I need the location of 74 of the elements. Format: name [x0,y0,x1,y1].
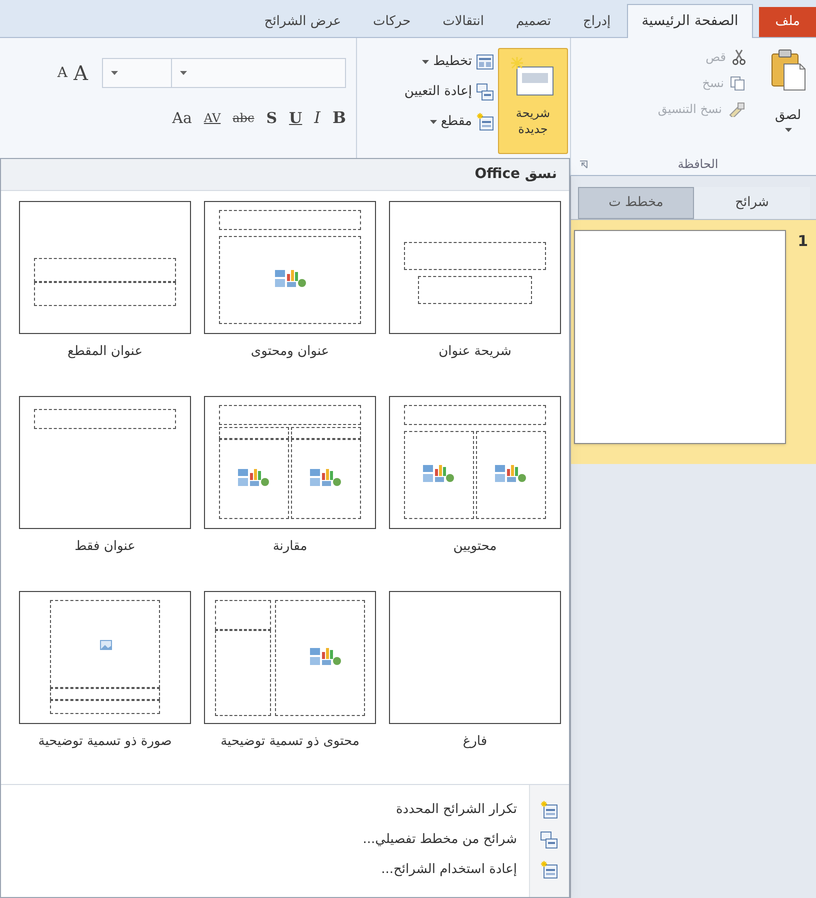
layout-label: فارغ [462,733,488,751]
bold-button[interactable]: B [332,106,346,130]
layout-label: عنوان المقطع [66,343,144,361]
caret-icon [111,71,118,75]
layout-label: صورة ذو تسمية توضيحية [37,733,173,751]
reset-button[interactable]: إعادة التعيين [404,80,494,104]
layout-label: شريحة عنوان [438,343,512,361]
paintbrush-icon [728,101,746,117]
ribbon-tab[interactable]: ملف [759,7,816,37]
image-icon [100,640,112,650]
layout-thumbnail[interactable] [19,591,191,724]
font-name-field[interactable] [171,58,346,88]
grow-font-button[interactable]: A [74,58,88,88]
case-button[interactable]: Aa [172,106,192,130]
panel-tab[interactable]: مخطط ت [578,187,694,219]
layout-label: مقارنة [272,538,308,556]
reset-icon [476,83,494,101]
duplicate-icon [540,801,558,819]
section-icon [476,113,494,131]
ribbon-tab[interactable]: إدراج [566,7,627,37]
panel-tab[interactable]: شرائح [694,187,810,219]
menu-item[interactable]: شرائح من مخطط تفصيلي... [1,825,569,855]
layout-label: عنوان فقط [74,538,136,556]
strike-button[interactable]: abc [232,109,254,127]
shadow-button[interactable]: S [266,106,278,130]
content-icon [422,463,456,483]
layout-thumbnail[interactable] [204,396,376,529]
ribbon-tab[interactable]: انتقالات [426,7,500,37]
slide-row[interactable]: 1 [571,220,816,464]
layout-thumbnail[interactable] [19,201,191,334]
caret-icon [784,128,792,132]
layout-button[interactable]: تخطيط [404,50,494,74]
layout-thumbnail[interactable] [204,591,376,724]
copy-icon [730,76,746,90]
caret-icon [422,60,430,64]
new-slide-button[interactable]: شريحة جديدة [498,48,568,154]
content-icon [309,467,343,487]
group-label: الحافظة [676,156,720,173]
content-icon [237,467,271,487]
ribbon-tab[interactable]: تصميم [500,7,567,37]
section-button[interactable]: مقطع [404,110,494,134]
slide-number: 1 [796,231,808,252]
layout-icon [476,54,494,70]
layout-label: عنوان ومحتوى [250,343,330,361]
layout-thumbnail[interactable] [204,201,376,334]
layout-label: محتوى ذو تسمية توضيحية [220,733,360,751]
ribbon-tab[interactable]: حركات [357,7,427,37]
layout-thumbnail[interactable] [389,396,561,529]
underline-button[interactable]: U [289,106,302,130]
dialog-launcher-icon [579,160,588,168]
reuse-icon [540,861,558,879]
caret-icon [430,120,437,124]
caret-icon [180,71,187,75]
content-icon [274,268,308,288]
layout-thumbnail[interactable] [389,201,561,334]
menu-item[interactable]: تكرار الشرائح المحددة [1,795,569,825]
content-icon [309,646,343,666]
menu-item[interactable]: إعادة استخدام الشرائح... [1,855,569,885]
content-icon [494,463,528,483]
ribbon-tab[interactable]: الصفحة الرئيسية [626,4,754,38]
slide-thumbnail[interactable] [574,230,786,444]
scissors-icon [732,49,746,65]
gallery-header: نسق Office [1,159,569,191]
layout-thumbnail[interactable] [389,591,561,724]
layout-thumbnail[interactable] [19,396,191,529]
font-size-field[interactable] [102,58,172,88]
spacing-button[interactable]: AV [204,109,221,127]
ribbon-tab[interactable]: عرض الشرائح [248,7,358,37]
italic-button[interactable]: I [314,106,320,130]
outline-icon [540,831,558,849]
clipboard-icon [770,48,806,92]
paste-button[interactable]: لصق [760,44,816,153]
shrink-font-button[interactable]: A [57,62,68,84]
layout-label: محتويين [452,538,498,556]
